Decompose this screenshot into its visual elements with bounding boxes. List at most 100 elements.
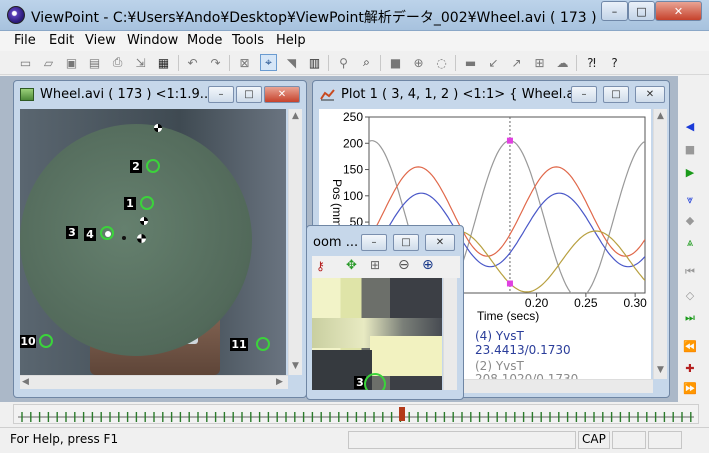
maximize-button[interactable]: □ [628,1,655,21]
next-key-icon[interactable]: ⏩ [681,380,699,396]
plot-close-button[interactable]: ✕ [635,86,665,103]
mark-icon[interactable]: ◇ [681,287,699,303]
redo-icon[interactable]: ↷ [207,54,224,71]
tracking-icon[interactable]: ⌖ [260,54,277,71]
properties-icon[interactable]: ▦ [155,54,172,71]
zoom-minimize-button[interactable]: – [361,234,387,251]
marker-label-1: 1 [124,197,136,210]
grid-icon[interactable]: ⊞ [531,54,548,71]
rotate-icon[interactable]: ◌ [433,54,450,71]
menu-window[interactable]: Window [127,33,178,48]
first-frame-icon[interactable]: ⏮ [681,264,699,280]
save-all-icon[interactable]: ▤ [86,54,103,71]
pin-icon[interactable]: ✚ [681,360,699,376]
video-vertical-scrollbar[interactable]: ▲ ▼ [288,109,302,375]
zoom-vertical-scrollbar[interactable] [443,278,457,390]
status-help-text: For Help, press F1 [10,432,119,446]
new-file-icon[interactable]: ▭ [17,54,34,71]
zoom-view[interactable]: 3 [312,278,442,390]
help-icon[interactable]: ? [606,54,623,71]
menu-tools[interactable]: Tools [232,33,264,48]
video-horizontal-scrollbar[interactable]: ◀ ▶ [20,375,288,389]
magnifier-icon[interactable]: ⌕ [358,54,375,71]
y-axis-label: Pos (mm) [330,179,344,231]
context-help-icon[interactable]: ⁈ [583,54,600,71]
app-icon [7,6,25,24]
play-icon[interactable]: ▶ [681,164,699,180]
close-button[interactable]: ✕ [655,1,702,21]
plot-maximize-button[interactable]: □ [603,86,629,103]
x-tick-label-0: 0.20 [525,296,549,310]
readout-4-label: (4) YvsT [475,329,524,343]
play-reverse-icon[interactable]: ◀ [681,118,699,134]
probe-icon[interactable]: ⚲ [335,54,352,71]
grid-icon[interactable]: ⊞ [370,258,380,272]
minimize-button[interactable]: – [601,1,628,21]
menu-edit[interactable]: Edit [49,33,74,48]
marker-label-4: 4 [84,228,96,241]
series-cursor-point-0 [506,137,513,144]
last-frame-icon[interactable]: ⏭ [681,310,699,326]
zoom-window[interactable]: oom ... – □ ✕ ⚷ ✥ ⊞ ⊖ ⊕ 3 [306,225,464,400]
window-layout-icon[interactable]: ▥ [306,54,323,71]
prev-key-icon[interactable]: ⏪ [681,338,699,354]
menu-mode[interactable]: Mode [187,33,222,48]
timeline-thumb[interactable] [399,407,405,421]
plot-vertical-scrollbar[interactable]: ▲ ▼ [653,109,667,379]
crop-icon[interactable]: ⊠ [236,54,253,71]
cloud-icon[interactable]: ☁ [554,54,571,71]
video-window-icon [20,88,34,101]
step-down-icon[interactable]: ⩔ [681,192,699,208]
menu-file[interactable]: File [14,33,36,48]
timeline-slider[interactable] [13,404,699,424]
zoom-close-button[interactable]: ✕ [425,234,455,251]
y-tick-label-2: 150 [343,163,363,177]
marker-label-10: 10 [20,335,36,348]
ruler-icon[interactable]: ▬ [462,54,479,71]
save-icon[interactable]: ▣ [63,54,80,71]
step-up-icon[interactable]: ⩓ [681,235,699,251]
square-icon[interactable]: ■ [387,54,404,71]
marker-target-10[interactable] [39,334,53,348]
menu-view[interactable]: View [85,33,116,48]
open-folder-icon[interactable]: ▱ [40,54,57,71]
plot-minimize-button[interactable]: – [571,86,597,103]
status-num-indicator [612,431,646,449]
wheel-disc [20,124,252,356]
shrink-icon[interactable]: ↙ [485,54,502,71]
plot-window-title: Plot 1 ( 3, 4, 1, 2 ) <1:1> { Wheel.a... [341,87,587,102]
marker-target-2[interactable] [146,159,160,173]
video-window[interactable]: Wheel.avi ( 173 ) <1:1.9... – □ ✕ 2 1 3 … [13,80,307,398]
edge-icon[interactable]: ◥ [283,54,300,71]
marker-label-11: 11 [230,338,248,351]
y-tick-label-0: 250 [343,110,363,124]
playback-toolbar: ◀ ■ ▶ ⩔ ◆ ⩓ ⏮ ◇ ⏭ ⏪ ✚ ⏩ [678,112,702,402]
y-tick-label-3: 100 [343,189,363,203]
video-maximize-button[interactable]: □ [236,86,262,103]
move-icon[interactable]: ✥ [346,258,357,273]
readout-4-value: 23.4413/0.1730 [475,343,571,357]
status-scrl-indicator [648,431,682,449]
video-close-button[interactable]: ✕ [264,86,300,103]
zoom-out-icon[interactable]: ⊖ [398,257,410,273]
marker-target-11[interactable] [256,337,270,351]
status-panel-empty [348,431,576,449]
undo-icon[interactable]: ↶ [184,54,201,71]
zoom-in-icon[interactable]: ⊕ [422,257,434,273]
print-icon[interactable]: ⎙ [109,54,126,71]
stop-icon[interactable]: ■ [681,141,699,157]
video-minimize-button[interactable]: – [208,86,234,103]
step-diamond-icon[interactable]: ◆ [681,212,699,228]
crosshair-icon[interactable]: ⊕ [410,54,427,71]
marker-label-2: 2 [130,160,142,173]
zoom-marker-target[interactable] [364,373,386,390]
video-window-title: Wheel.avi ( 173 ) <1:1.9... [40,87,213,102]
expand-icon[interactable]: ↗ [508,54,525,71]
marker-target-1[interactable] [140,196,154,210]
menu-help[interactable]: Help [276,33,306,48]
export-icon[interactable]: ⇲ [132,54,149,71]
video-frame[interactable]: 2 1 3 4 10 11 [20,109,286,375]
zoom-maximize-button[interactable]: □ [393,234,419,251]
key-icon[interactable]: ⚷ [316,259,325,273]
x-tick-label-1: 0.25 [574,296,598,310]
